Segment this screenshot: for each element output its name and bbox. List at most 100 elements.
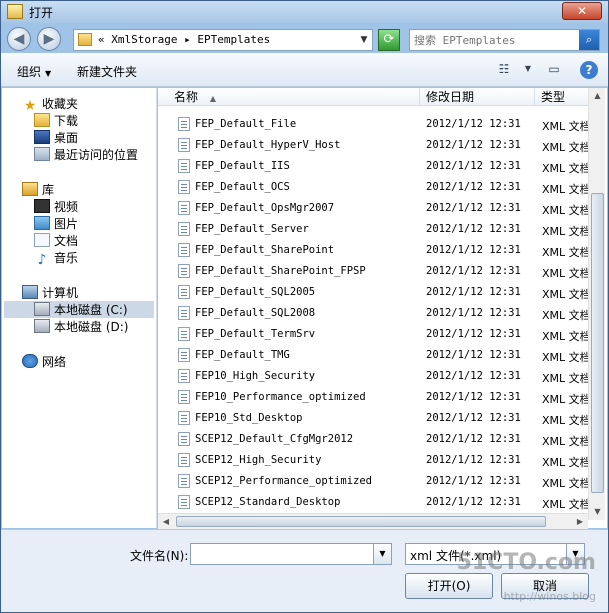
filename-combobox[interactable]: ▼ (190, 543, 392, 565)
xml-file-icon (178, 117, 190, 131)
nav-network[interactable]: 网络 (22, 353, 66, 370)
table-row[interactable]: SCEP12_Performance_optimized 2012/1/12 12… (158, 471, 588, 492)
nav-computer[interactable]: 计算机 (22, 284, 78, 301)
scrollbar-thumb[interactable] (591, 193, 604, 493)
table-row[interactable]: FEP_Default_File 2012/1/12 12:31 XML 文档 (158, 114, 588, 135)
file-date: 2012/1/12 12:31 (426, 475, 521, 487)
file-date: 2012/1/12 12:31 (426, 202, 521, 214)
nav-label: 收藏夹 (42, 97, 79, 111)
scroll-right-icon[interactable]: ▶ (572, 514, 588, 530)
refresh-button[interactable]: ⟳ (378, 29, 400, 51)
table-row[interactable]: FEP_Default_SQL2008 2012/1/12 12:31 XML 文档 (158, 303, 588, 324)
address-bar[interactable]: « XmlStorage ▸ EPTemplates ▼ (73, 29, 373, 51)
file-date: 2012/1/12 12:31 (426, 454, 521, 466)
window-title: 打开 (29, 6, 54, 20)
xml-file-icon (178, 159, 190, 173)
scroll-up-icon[interactable]: ▲ (589, 88, 606, 104)
file-date: 2012/1/12 12:31 (426, 349, 521, 361)
file-name: FEP_Default_SharePoint_FPSP (195, 265, 366, 277)
search-icon[interactable]: ⌕ (579, 30, 599, 50)
xml-file-icon (178, 453, 190, 467)
table-row[interactable]: SCEP12_High_Security 2012/1/12 12:31 XML 文… (158, 450, 588, 471)
table-row[interactable]: FEP_Default_TMG 2012/1/12 12:31 XML 文档 (158, 345, 588, 366)
forward-button[interactable]: ▶ (37, 27, 61, 51)
filename-input[interactable] (191, 544, 371, 564)
column-header-date[interactable]: 修改日期 (420, 88, 535, 106)
nav-drive-c[interactable]: 本地磁盘 (C:) (4, 301, 154, 318)
table-row[interactable]: FEP_Default_TermSrv 2012/1/12 12:31 XML 文档 (158, 324, 588, 345)
chevron-down-icon[interactable]: ▼ (373, 544, 391, 564)
nav-music[interactable]: ♪ 音乐 (34, 249, 78, 267)
new-folder-button[interactable]: 新建文件夹 (77, 63, 137, 80)
open-button[interactable]: 打开(O) (405, 573, 493, 599)
file-type: XML 文档 (542, 498, 588, 511)
pictures-icon (34, 216, 50, 230)
scroll-left-icon[interactable]: ◀ (158, 514, 174, 530)
table-row[interactable]: FEP_Default_SQL2005 2012/1/12 12:31 XML 文档 (158, 282, 588, 303)
file-date: 2012/1/12 12:31 (426, 181, 521, 193)
chevron-down-icon[interactable]: ▼ (519, 61, 537, 77)
file-type: XML 文档 (542, 204, 588, 217)
nav-drive-d[interactable]: 本地磁盘 (D:) (34, 318, 128, 335)
hard-drive-icon (34, 302, 50, 316)
scrollbar-thumb[interactable] (176, 516, 546, 527)
documents-icon (34, 233, 50, 247)
nav-videos[interactable]: 视频 (34, 198, 78, 215)
xml-file-icon (178, 306, 190, 320)
table-row[interactable]: FEP10_Performance_optimized 2012/1/12 12:… (158, 387, 588, 408)
table-row[interactable]: FEP_Default_HyperV_Host 2012/1/12 12:31 XM… (158, 135, 588, 156)
folder-icon (7, 4, 23, 19)
table-row[interactable]: FEP_Default_IIS 2012/1/12 12:31 XML 文档 (158, 156, 588, 177)
nav-favorites[interactable]: ★ 收藏夹 (22, 95, 79, 113)
table-row[interactable]: FEP10_Std_Desktop 2012/1/12 12:31 XML 文档 (158, 408, 588, 429)
preview-pane-icon[interactable]: ▭ (545, 61, 563, 77)
table-row[interactable]: SCEP12_Standard_Desktop 2012/1/12 12:31 XM… (158, 492, 588, 513)
table-row[interactable]: FEP_Default_SharePoint 2012/1/12 12:31 XML… (158, 240, 588, 261)
nav-recent-places[interactable]: 最近访问的位置 (34, 146, 138, 163)
file-name: FEP_Default_SQL2005 (195, 286, 316, 298)
table-row[interactable]: FEP_Default_OpsMgr2007 2012/1/12 12:31 XML… (158, 198, 588, 219)
navigation-pane: ★ 收藏夹 下载 桌面 最近访问的位置 库 视频 图片 文档 ♪ 音乐 计算机 (2, 88, 157, 528)
nav-downloads[interactable]: 下载 (34, 112, 78, 129)
file-type: XML 文档 (542, 414, 588, 427)
nav-pictures[interactable]: 图片 (34, 215, 78, 232)
column-header-name[interactable]: 名称 ▲ (158, 88, 420, 106)
vertical-scrollbar[interactable]: ▲ ▼ (588, 88, 605, 520)
nav-label: 下载 (54, 114, 79, 128)
nav-desktop[interactable]: 桌面 (34, 129, 78, 146)
chevron-down-icon: ▼ (45, 69, 52, 78)
table-row[interactable]: FEP_Default_OCS 2012/1/12 12:31 XML 文档 (158, 177, 588, 198)
file-type: XML 文档 (542, 120, 588, 133)
title-bar: 打开 ✕ (1, 1, 608, 23)
file-date: 2012/1/12 12:31 (426, 244, 521, 256)
back-button[interactable]: ◀ (7, 27, 31, 51)
file-date: 2012/1/12 12:31 (426, 391, 521, 403)
search-box[interactable]: ⌕ (409, 29, 600, 51)
search-input[interactable] (410, 30, 580, 50)
file-name: FEP_Default_OCS (195, 181, 290, 193)
file-name: FEP_Default_Server (195, 223, 309, 235)
table-row[interactable]: FEP_Default_Server 2012/1/12 12:31 XML 文档 (158, 219, 588, 240)
help-icon[interactable]: ? (580, 61, 598, 79)
xml-file-icon (178, 201, 190, 215)
file-date: 2012/1/12 12:31 (426, 160, 521, 172)
file-type: XML 文档 (542, 162, 588, 175)
nav-documents[interactable]: 文档 (34, 232, 78, 249)
xml-file-icon (178, 495, 190, 509)
file-name: FEP_Default_File (195, 118, 297, 130)
horizontal-scrollbar[interactable]: ◀ ▶ (158, 513, 588, 529)
file-name: FEP_Default_OpsMgr2007 (195, 202, 335, 214)
file-date: 2012/1/12 12:31 (426, 370, 521, 382)
close-button[interactable]: ✕ (562, 2, 602, 20)
nav-libraries[interactable]: 库 (22, 181, 54, 198)
breadcrumb[interactable]: « XmlStorage ▸ EPTemplates (98, 33, 270, 46)
organize-menu[interactable]: 组织 ▼ (17, 63, 51, 80)
column-header-type[interactable]: 类型 (535, 88, 588, 106)
scroll-down-icon[interactable]: ▼ (589, 504, 606, 520)
file-date: 2012/1/12 12:31 (426, 433, 521, 445)
chevron-down-icon[interactable]: ▼ (358, 33, 370, 47)
view-options-icon[interactable]: ☷ (495, 61, 513, 77)
table-row[interactable]: FEP10_High_Security 2012/1/12 12:31 XML 文档 (158, 366, 588, 387)
table-row[interactable]: SCEP12_Default_CfgMgr2012 2012/1/12 12:31… (158, 429, 588, 450)
table-row[interactable]: FEP_Default_SharePoint_FPSP 2012/1/12 12:… (158, 261, 588, 282)
